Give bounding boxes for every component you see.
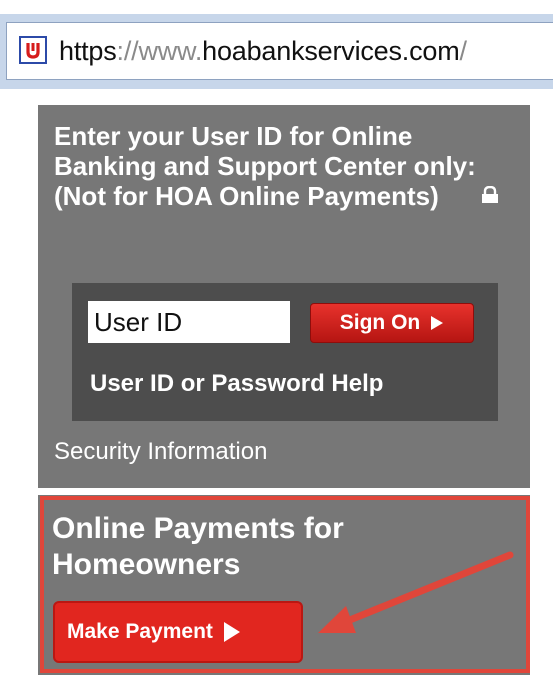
site-favicon-icon [19,36,47,64]
signon-button[interactable]: Sign On [310,303,474,343]
signon-button-label: Sign On [339,311,421,334]
security-information-link[interactable]: Security Information [54,437,267,467]
url-scheme: https [59,36,117,66]
url-text[interactable]: https://www.hoabankservices.com/ [59,35,467,67]
lock-icon [480,180,500,210]
url-subdomain: www. [138,36,203,66]
play-arrow-icon [431,316,444,330]
url-domain: hoabankservices.com [202,36,460,66]
url-separator: :// [116,36,139,66]
signin-panel: Enter your User ID for Online Banking an… [38,105,530,488]
address-bar[interactable]: https://www.hoabankservices.com/ [6,22,553,80]
password-help-link[interactable]: User ID or Password Help [90,369,383,399]
annotation-highlight-box [40,496,530,673]
signin-heading: Enter your User ID for Online Banking an… [54,121,514,211]
signin-heading-text: Enter your User ID for Online Banking an… [54,121,476,211]
userid-input[interactable] [88,301,290,343]
url-path: / [459,36,468,66]
signin-form: Sign On User ID or Password Help [72,283,498,421]
